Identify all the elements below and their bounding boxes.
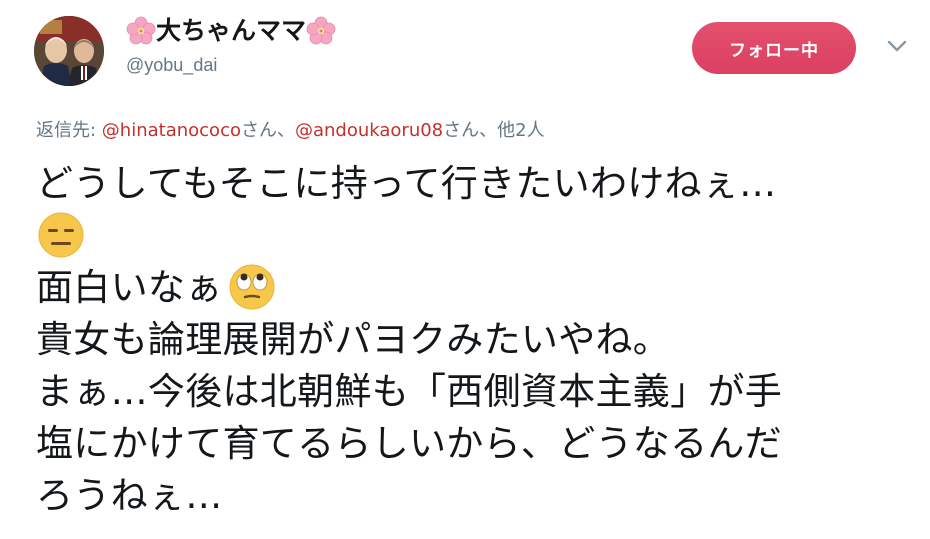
tweet-line: 面白いなぁ bbox=[36, 262, 916, 314]
tweet-line: 塩にかけて育てるらしいから、どうなるんだ bbox=[36, 422, 782, 465]
tweet-line: まぁ…今後は北朝鮮も「西側資本主義」が手 bbox=[36, 370, 782, 413]
reply-suffix[interactable]: さん、他2人 bbox=[443, 120, 544, 141]
tweet-line: 貴女も論理展開がパヨクみたいやね。 bbox=[36, 318, 671, 361]
tweet-card: 大ちゃんママ @yobu_dai フォロー中 返信先: @hinatanococ… bbox=[0, 0, 930, 539]
cherry-blossom-icon bbox=[306, 16, 336, 45]
tweet-text: どうしてもそこに持って行きたいわけねぇ… 面白いなぁ 貴女も論理展開がパヨクみた… bbox=[36, 158, 916, 522]
mention-link[interactable]: @hinatanococo bbox=[102, 120, 241, 141]
tweet-line: どうしてもそこに持って行きたいわけねぇ… bbox=[36, 162, 777, 205]
expressionless-face-icon bbox=[38, 212, 84, 257]
display-name[interactable]: 大ちゃんママ bbox=[156, 14, 306, 48]
reply-prefix: 返信先: bbox=[36, 120, 102, 141]
following-button[interactable]: フォロー中 bbox=[692, 22, 856, 74]
reply-context: 返信先: @hinatanococoさん、@andoukaoru08さん、他2人 bbox=[36, 118, 545, 144]
mention-link[interactable]: @andoukaoru08 bbox=[295, 120, 443, 141]
user-avatar[interactable] bbox=[34, 16, 104, 86]
tweet-line-emoji bbox=[36, 210, 916, 262]
display-name-row[interactable]: 大ちゃんママ bbox=[126, 14, 336, 48]
user-handle[interactable]: @yobu_dai bbox=[126, 53, 217, 77]
tweet-line: ろうねぇ… bbox=[36, 474, 223, 517]
chevron-down-icon[interactable] bbox=[884, 36, 910, 56]
tweet-line-text: 面白いなぁ bbox=[36, 266, 223, 309]
rolling-eyes-face-icon bbox=[229, 264, 274, 309]
avatar-image bbox=[34, 16, 104, 86]
reply-suffix: さん、 bbox=[240, 120, 295, 141]
cherry-blossom-icon bbox=[126, 16, 156, 45]
